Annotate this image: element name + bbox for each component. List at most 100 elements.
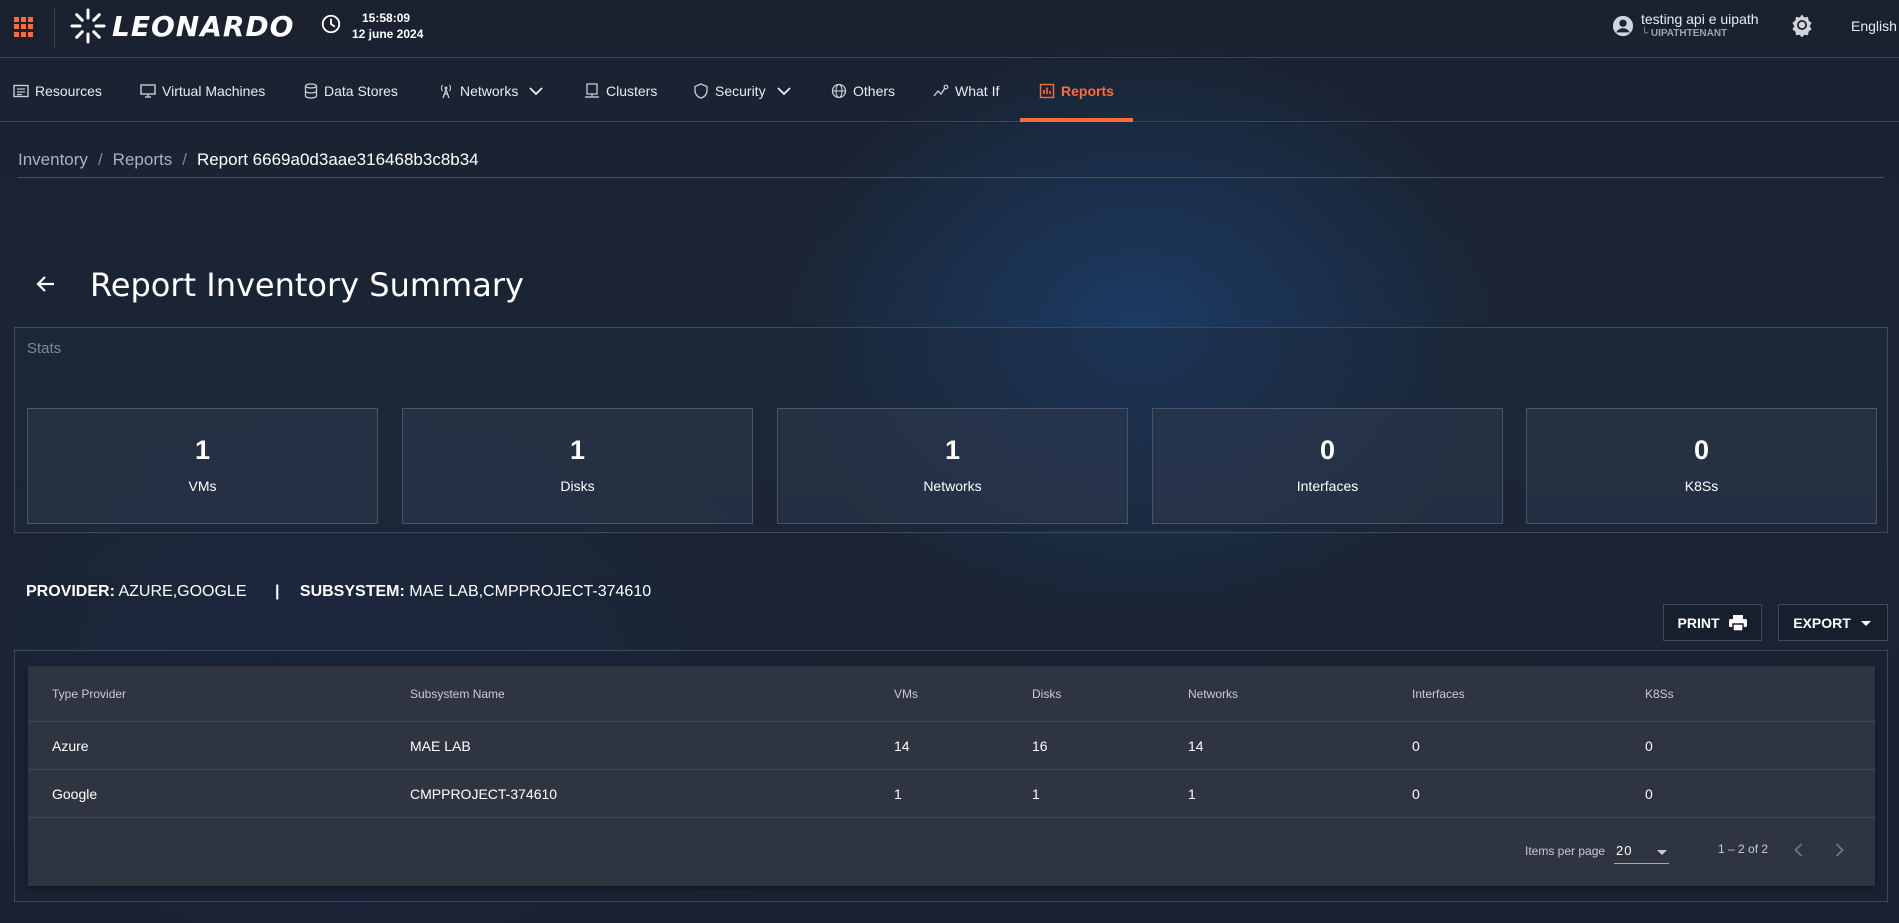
breadcrumb-divider — [18, 177, 1884, 178]
breadcrumb-reports[interactable]: Reports — [113, 150, 173, 170]
column-header[interactable]: Subsystem Name — [410, 666, 505, 721]
clock-icon — [321, 14, 341, 34]
nav-item-data-stores[interactable]: Data Stores — [304, 59, 398, 122]
table-cell: Google — [52, 785, 98, 802]
stats-label: Stats — [27, 340, 62, 357]
items-per-page-value: 20 — [1616, 843, 1633, 858]
print-button[interactable]: PRINT — [1663, 604, 1762, 641]
user-menu[interactable]: testing api e uipath └ UIPATHTENANT — [1612, 11, 1759, 41]
stat-value: 1 — [194, 435, 211, 465]
page-title: Report Inventory Summary — [90, 266, 524, 304]
items-per-page-select[interactable]: 20 — [1614, 838, 1669, 864]
shield-icon — [694, 82, 708, 99]
nav-item-security[interactable]: Security — [693, 59, 792, 122]
nav-label: Security — [715, 82, 766, 99]
stat-label: Networks — [923, 478, 982, 494]
current-date: 12 june 2024 — [352, 27, 424, 41]
user-tenant: └ UIPATHTENANT — [1641, 28, 1728, 39]
subsystem-label: SUBSYSTEM: — [299, 583, 405, 600]
resources-icon — [13, 84, 29, 97]
table-row[interactable]: Azure MAE LAB 14 16 14 0 0 — [28, 722, 1875, 770]
table-cell: Azure — [52, 737, 89, 754]
stat-card-disks: 1 Disks — [402, 408, 753, 524]
monitor-icon — [140, 83, 156, 98]
table-cell: 1 — [894, 785, 902, 802]
filter-separator: | — [274, 583, 280, 600]
clusters-icon — [585, 82, 599, 98]
report-filters: PROVIDER: AZURE,GOOGLE | SUBSYSTEM: MAE … — [26, 583, 651, 601]
table-cell: 0 — [1645, 785, 1653, 802]
print-label: PRINT — [1677, 614, 1720, 631]
column-header[interactable]: Type Provider — [52, 666, 126, 721]
table-cell: CMPPROJECT-374610 — [410, 785, 558, 802]
chevron-down-icon — [529, 86, 543, 95]
export-button[interactable]: EXPORT — [1778, 604, 1888, 641]
previous-page-icon[interactable] — [1789, 840, 1809, 860]
table-cell: 0 — [1645, 737, 1653, 754]
column-header[interactable]: K8Ss — [1645, 666, 1674, 721]
breadcrumb-separator: / — [182, 150, 187, 169]
nav-item-reports[interactable]: Reports — [1039, 59, 1114, 122]
table-cell: 14 — [1188, 737, 1204, 754]
provider-value: AZURE,GOOGLE — [118, 583, 247, 600]
table-cell: 16 — [1032, 737, 1048, 754]
nav-item-what-if[interactable]: What If — [933, 59, 999, 122]
apps-grid-icon[interactable] — [14, 17, 34, 37]
divider — [54, 8, 55, 48]
nav-label: Others — [853, 82, 896, 99]
subsystem-value: MAE LAB,CMPPROJECT-374610 — [409, 583, 652, 600]
current-time: 15:58:09 — [362, 11, 411, 25]
caret-down-icon — [1657, 850, 1667, 855]
table-cell: 14 — [894, 737, 910, 754]
trend-icon — [933, 84, 949, 96]
stat-card-k8ss: 0 K8Ss — [1526, 408, 1877, 524]
account-icon — [1612, 15, 1634, 37]
nav-label: Data Stores — [324, 82, 398, 99]
column-header[interactable]: Disks — [1032, 666, 1061, 721]
main-nav: Resources Virtual Machines Data Stores N… — [0, 59, 1899, 122]
nav-label: Virtual Machines — [162, 82, 266, 99]
stat-card-interfaces: 0 Interfaces — [1152, 408, 1503, 524]
provider-label: PROVIDER: — [26, 583, 115, 600]
table-header: Type Provider Subsystem Name VMs Disks N… — [28, 666, 1875, 722]
report-icon — [1039, 83, 1055, 98]
column-header[interactable]: Networks — [1188, 666, 1238, 721]
stat-card-vms: 1 VMs — [27, 408, 378, 524]
breadcrumb-inventory[interactable]: Inventory — [18, 150, 88, 170]
export-label: EXPORT — [1793, 614, 1851, 631]
brightness-icon[interactable] — [1790, 13, 1814, 37]
stat-label: Interfaces — [1296, 478, 1359, 494]
back-arrow-icon[interactable] — [34, 272, 58, 296]
stat-label: K8Ss — [1684, 478, 1719, 494]
language-selector[interactable]: English — [1851, 18, 1897, 34]
stat-label: VMs — [188, 478, 217, 494]
nav-item-others[interactable]: Others — [831, 59, 895, 122]
chevron-down-icon — [776, 86, 791, 95]
stats-panel: Stats 1 VMs 1 Disks 1 Networks 0 Interfa… — [14, 327, 1888, 533]
nav-item-virtual-machines[interactable]: Virtual Machines — [140, 59, 265, 122]
stat-label: Disks — [560, 478, 595, 494]
table-cell: 0 — [1412, 737, 1420, 754]
column-header[interactable]: VMs — [894, 666, 918, 721]
breadcrumb: Inventory / Reports / Report 6669a0d3aae… — [18, 150, 479, 170]
antenna-icon — [440, 84, 452, 98]
column-header[interactable]: Interfaces — [1412, 666, 1465, 721]
logo[interactable]: LEONARDO — [70, 6, 294, 46]
database-icon — [304, 82, 318, 99]
nav-label: Clusters — [606, 82, 658, 99]
stat-value: 1 — [569, 435, 586, 465]
nav-item-networks[interactable]: Networks — [438, 59, 544, 122]
nav-label: Networks — [460, 82, 519, 99]
next-page-icon[interactable] — [1829, 840, 1849, 860]
breadcrumb-separator: / — [97, 150, 103, 169]
nav-item-clusters[interactable]: Clusters — [584, 59, 657, 122]
table-cell: MAE LAB — [410, 737, 471, 754]
table-row[interactable]: Google CMPPROJECT-374610 1 1 1 0 0 — [28, 770, 1875, 818]
table-cell: 1 — [1032, 785, 1040, 802]
user-name: testing api e uipath — [1641, 11, 1759, 27]
page-range: 1 – 2 of 2 — [1718, 842, 1769, 856]
leonardo-logo-icon — [70, 8, 106, 44]
nav-item-resources[interactable]: Resources — [13, 59, 102, 122]
items-per-page-label: Items per page — [1525, 844, 1606, 858]
stat-value: 0 — [1693, 435, 1710, 465]
